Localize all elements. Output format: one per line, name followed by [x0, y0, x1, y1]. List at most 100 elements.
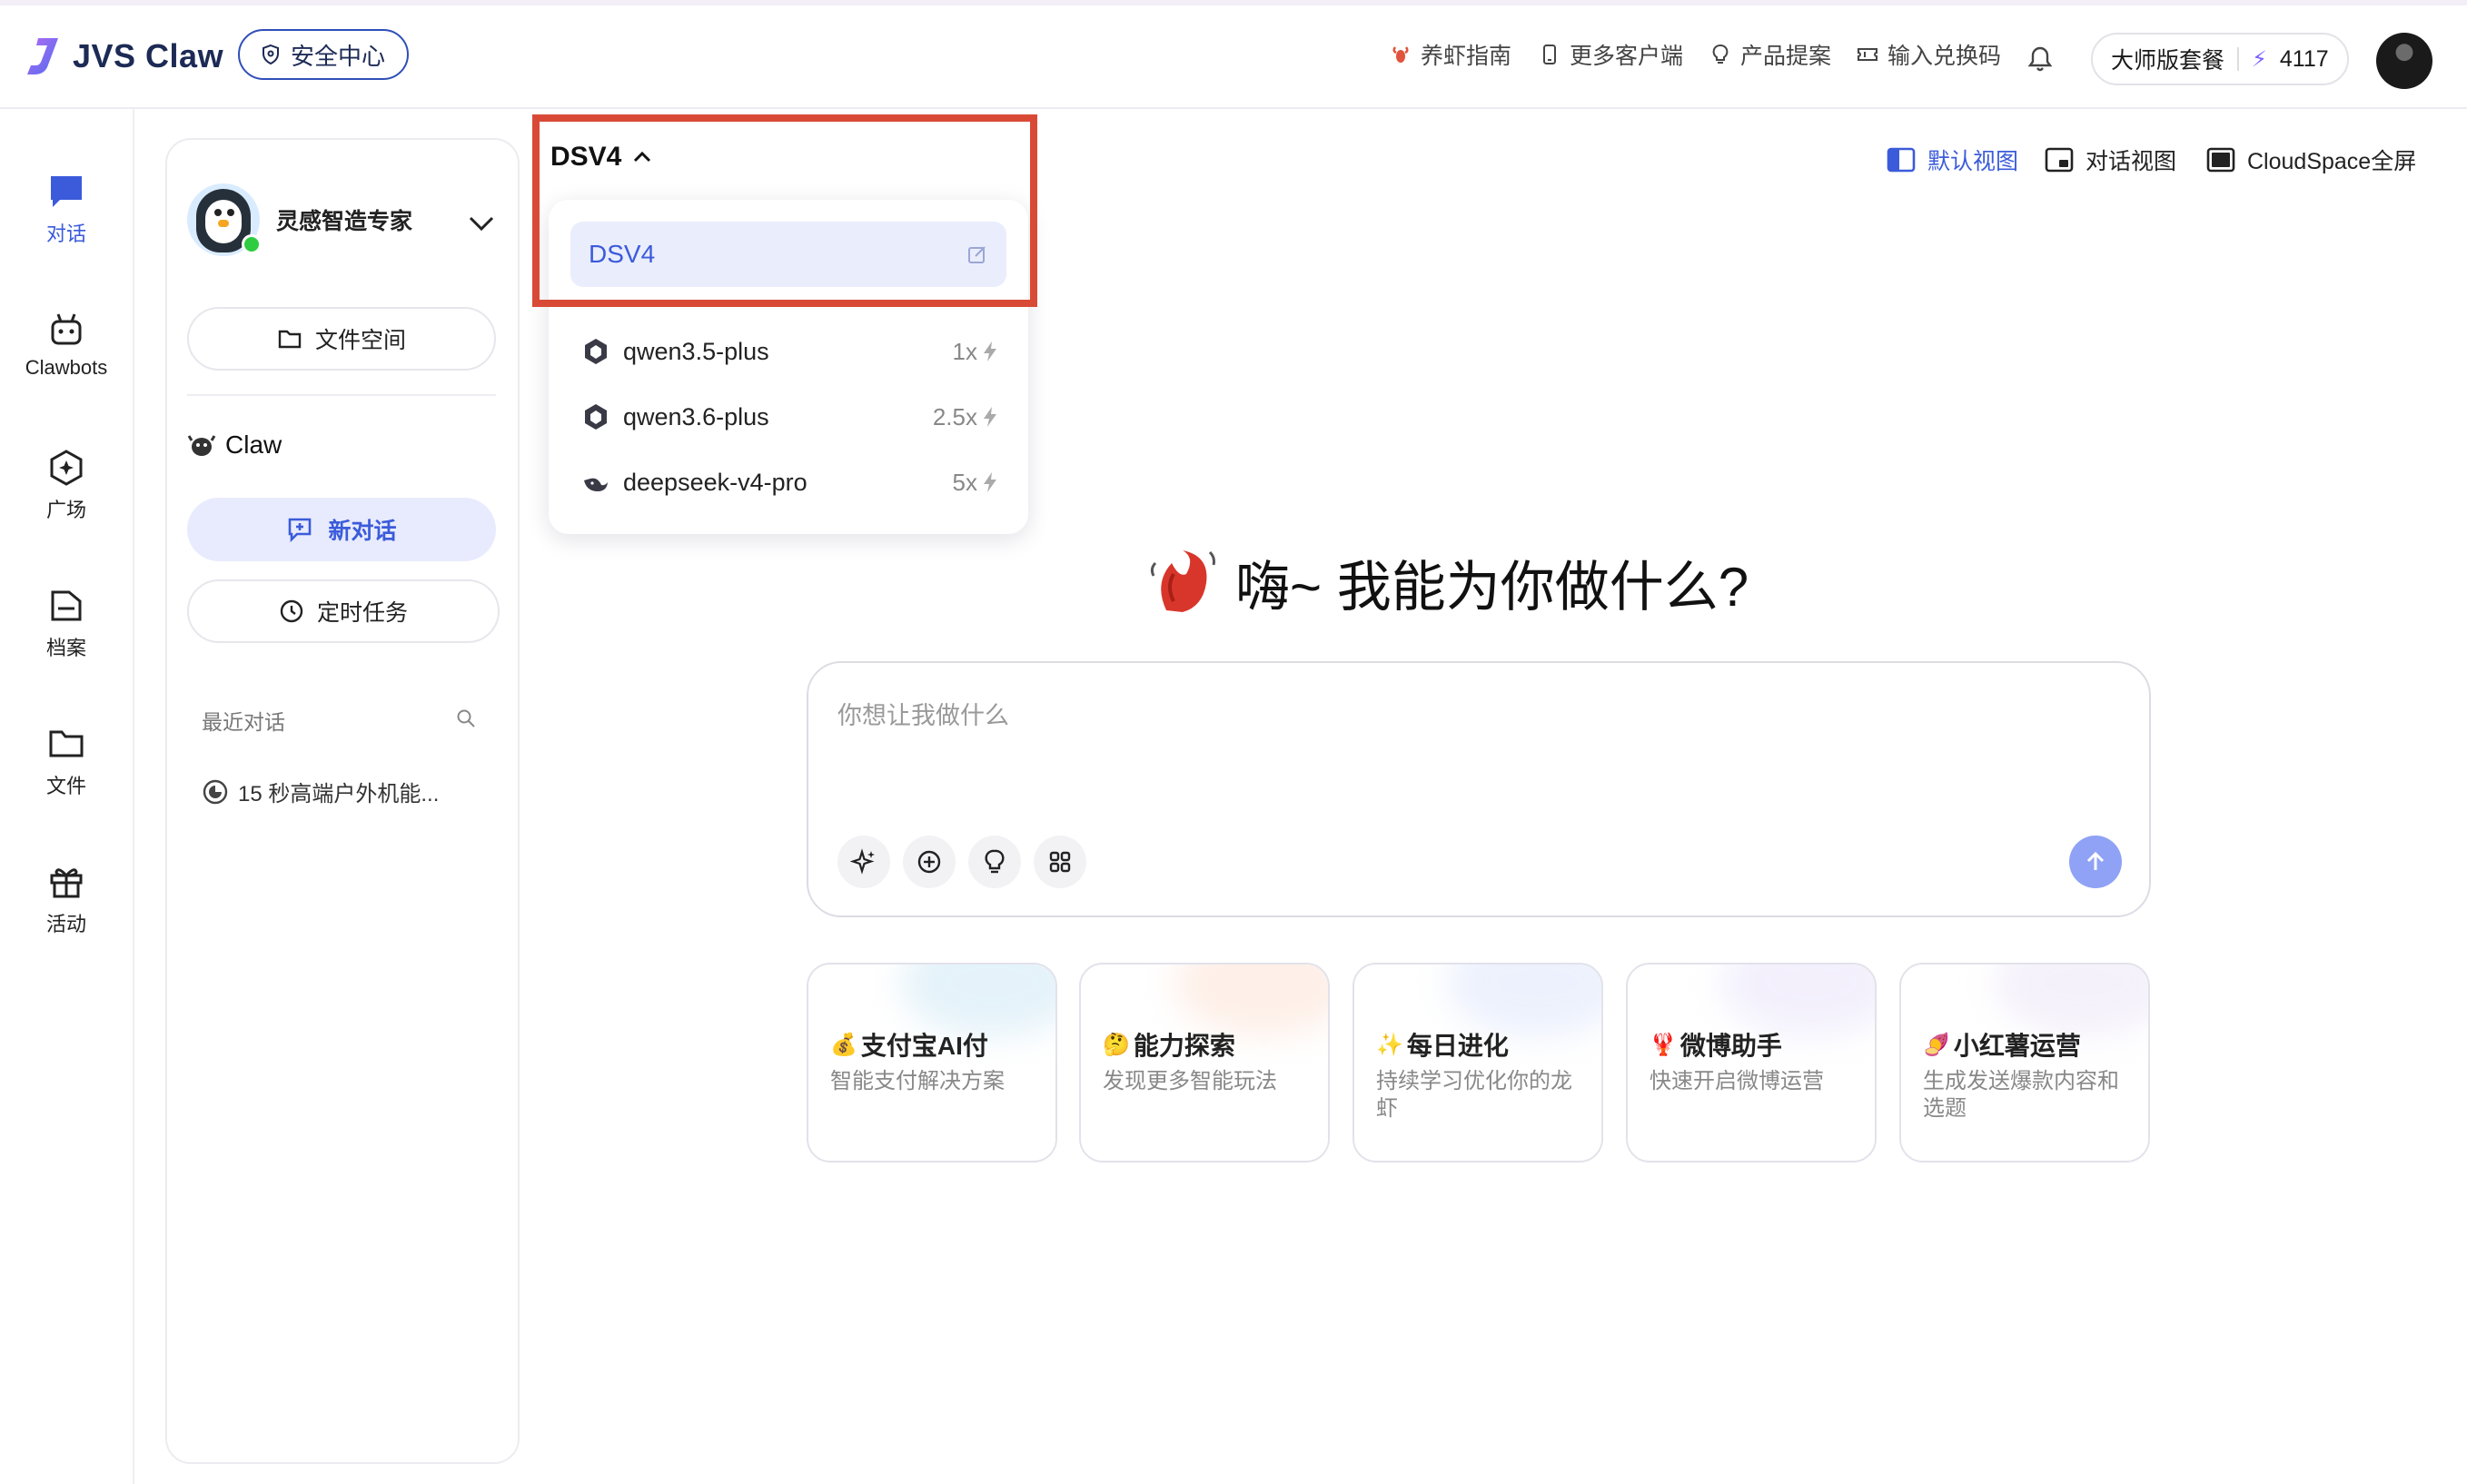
folder-icon — [49, 730, 84, 757]
plus-circle-icon — [917, 850, 941, 874]
qwen-logo-icon — [585, 339, 607, 364]
lightning-icon — [984, 407, 996, 427]
plan-divider — [2237, 47, 2240, 71]
chat-layout-icon — [2045, 147, 2074, 173]
plan-badge[interactable]: 大师版套餐 ⚡ 4117 — [2091, 33, 2349, 85]
fullscreen-layout-icon — [2206, 147, 2235, 173]
sidebar-divider — [187, 394, 496, 396]
magic-tool-button[interactable] — [837, 836, 890, 888]
lightbulb-icon — [1712, 45, 1729, 64]
hexagon-star-icon — [50, 450, 83, 486]
archive-icon — [51, 590, 82, 621]
top-header: JVS Claw 安全中心 养虾指南 更多客户端 产品提案 输入兑换码 大师版套… — [0, 5, 2467, 109]
bell-icon[interactable] — [2027, 45, 2053, 73]
card-title: 支付宝AI付 — [860, 1032, 988, 1060]
lobster-icon — [1392, 46, 1409, 63]
lightning-icon: ⚡ — [2252, 46, 2267, 72]
chat-history-icon — [203, 779, 228, 804]
agent-selector[interactable]: 灵感智造专家 — [187, 183, 412, 256]
recent-chats-title: 最近对话 — [202, 710, 285, 734]
suggestion-card-weibo[interactable]: 🦞 微博助手 快速开启微博运营 — [1626, 963, 1877, 1162]
security-center-label: 安全中心 — [291, 42, 386, 70]
suggestion-card-daily-evolution[interactable]: ✨ 每日进化 持续学习优化你的龙虾 — [1352, 963, 1603, 1162]
online-status-dot — [242, 234, 262, 254]
lightning-icon — [984, 341, 996, 361]
card-description: 智能支付解决方案 — [830, 1069, 1005, 1093]
lightning-icon — [984, 472, 996, 492]
file-space-button[interactable]: 文件空间 — [187, 307, 496, 371]
card-description: 发现更多智能玩法 — [1103, 1069, 1277, 1093]
phone-icon — [1543, 45, 1556, 64]
clock-icon — [280, 599, 303, 623]
claw-section-title: Claw — [187, 430, 282, 460]
nav-guide[interactable]: 养虾指南 — [1390, 38, 1511, 71]
card-description: 生成发送爆款内容和选题 — [1923, 1069, 2119, 1121]
claw-robot-icon — [187, 435, 216, 456]
new-chat-icon — [289, 518, 312, 543]
view-chat-button[interactable]: 对话视图 — [2044, 143, 2176, 176]
welcome-heading: 嗨~ 我能为你做什么? — [1146, 543, 1749, 622]
credit-count: 4117 — [2279, 45, 2329, 72]
new-chat-button[interactable]: 新对话 — [187, 498, 496, 561]
chat-bubble-icon — [51, 176, 82, 207]
recent-chat-item[interactable]: 15 秒高端户外机能... — [202, 776, 439, 807]
rail-item-activity[interactable]: 活动 — [0, 863, 133, 937]
suggestion-card-explore[interactable]: 🤔 能力探索 发现更多智能玩法 — [1079, 963, 1330, 1162]
suggestion-card-xiaohongshu[interactable]: 🍠 小红薯运营 生成发送爆款内容和选题 — [1899, 963, 2150, 1162]
rail-item-files[interactable]: 文件 — [0, 725, 133, 799]
welcome-text: 嗨~ 我能为你做什么? — [1235, 557, 1749, 618]
rail-item-archive[interactable]: 档案 — [0, 587, 133, 661]
security-center-button[interactable]: 安全中心 — [238, 29, 410, 80]
gift-icon — [50, 868, 83, 898]
agent-avatar — [187, 183, 262, 256]
sidebar-layout-icon — [1887, 147, 1916, 173]
arrow-up-icon — [2086, 851, 2105, 870]
card-description: 快速开启微博运营 — [1650, 1069, 1824, 1093]
card-title: 能力探索 — [1133, 1032, 1235, 1060]
folder-icon — [278, 330, 302, 349]
idea-button[interactable] — [968, 836, 1021, 888]
robot-icon — [51, 313, 82, 345]
card-title: 微博助手 — [1679, 1032, 1782, 1060]
view-cloudspace-button[interactable]: CloudSpace全屏 — [2205, 143, 2416, 176]
left-rail: 对话 Clawbots 广场 档案 文件 活动 — [0, 109, 134, 1484]
model-option-qwen35-plus[interactable]: qwen3.5-plus 1x — [581, 329, 999, 374]
card-title: 每日进化 — [1406, 1032, 1509, 1060]
annotation-highlight-box — [532, 114, 1037, 307]
jvs-logo-icon — [27, 38, 58, 74]
user-avatar[interactable] — [2376, 33, 2432, 89]
prompt-composer[interactable]: 你想让我做什么 — [807, 661, 2151, 917]
grid-icon — [1049, 851, 1071, 873]
app-name: JVS Claw — [73, 37, 224, 74]
sparkle-icon — [850, 848, 875, 875]
prompt-input[interactable]: 你想让我做什么 — [837, 696, 1009, 731]
add-attachment-button[interactable] — [903, 836, 956, 888]
chevron-down-icon[interactable] — [467, 214, 496, 232]
lobster-claw-icon — [1150, 549, 1215, 612]
shield-icon — [263, 44, 279, 65]
lightbulb-icon — [985, 849, 1005, 874]
view-default-button[interactable]: 默认视图 — [1886, 143, 2018, 176]
app-logo[interactable]: JVS Claw — [25, 36, 223, 76]
nav-product-proposal[interactable]: 产品提案 — [1709, 38, 1831, 71]
search-icon[interactable] — [456, 708, 476, 728]
scheduled-tasks-button[interactable]: 定时任务 — [187, 579, 500, 643]
agent-name: 灵感智造专家 — [276, 209, 413, 234]
deepseek-whale-icon — [584, 478, 608, 491]
model-option-qwen36-plus[interactable]: qwen3.6-plus 2.5x — [581, 394, 999, 440]
nav-more-clients[interactable]: 更多客户端 — [1539, 38, 1683, 71]
qwen-logo-icon — [585, 404, 607, 430]
nav-redeem-code[interactable]: 输入兑换码 — [1857, 38, 2001, 71]
suggestion-card-alipay[interactable]: 💰 支付宝AI付 智能支付解决方案 — [807, 963, 1057, 1162]
agent-sidebar: 灵感智造专家 文件空间 Claw 新对话 定时任务 最近对话 15 秒高端户外机… — [165, 138, 520, 1464]
rail-item-clawbots[interactable]: Clawbots — [0, 311, 133, 380]
plan-name: 大师版套餐 — [2111, 48, 2225, 74]
card-title: 小红薯运营 — [1953, 1032, 2081, 1060]
model-option-deepseek-v4-pro[interactable]: deepseek-v4-pro 5x — [581, 460, 999, 505]
rail-item-chat[interactable]: 对话 — [0, 173, 133, 247]
card-description: 持续学习优化你的龙虾 — [1376, 1069, 1572, 1121]
send-button[interactable] — [2069, 836, 2122, 888]
apps-grid-button[interactable] — [1034, 836, 1086, 888]
ticket-icon — [1858, 48, 1877, 61]
rail-item-plaza[interactable]: 广场 — [0, 449, 133, 523]
